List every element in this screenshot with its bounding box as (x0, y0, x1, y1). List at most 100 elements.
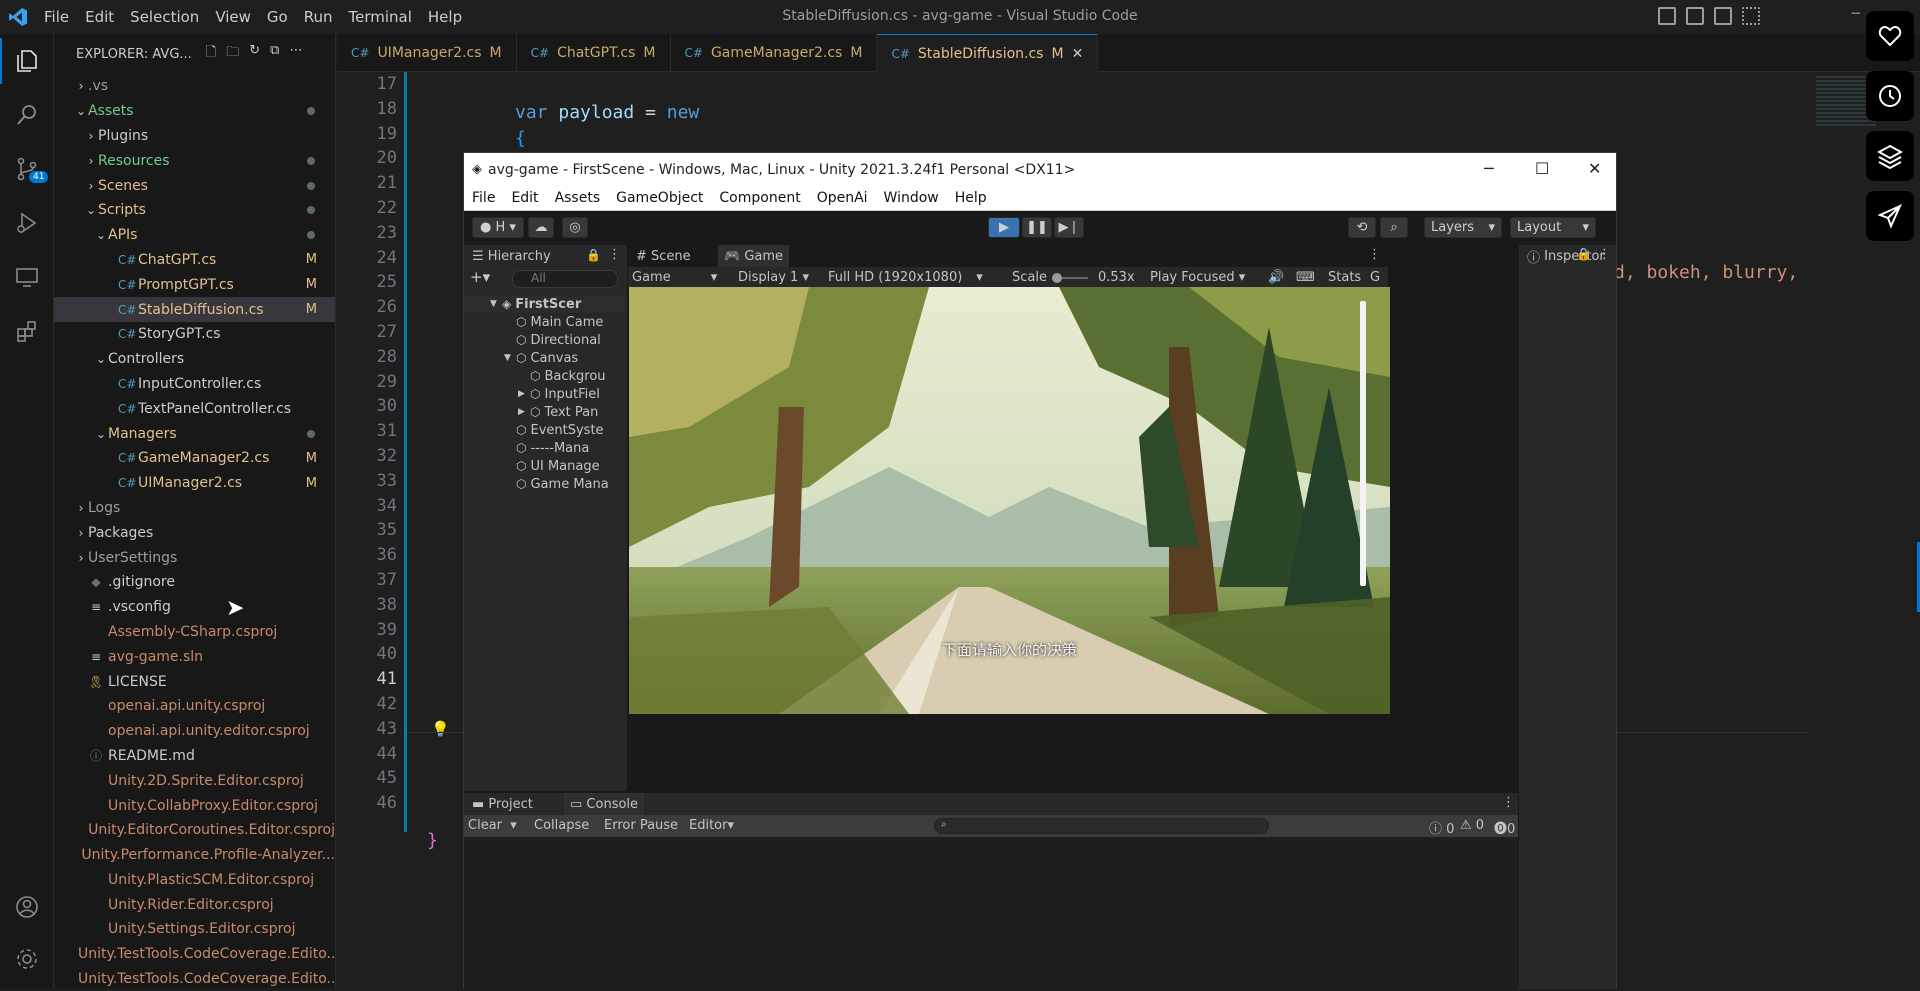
unity-maximize-icon[interactable]: ☐ (1535, 159, 1549, 178)
error-count[interactable]: ⓿0 (1494, 818, 1515, 837)
inspector-menu-icon[interactable]: ⋮ (1598, 247, 1611, 262)
tree-item[interactable]: ⌄ Managers (54, 421, 335, 446)
customize-layout-icon[interactable] (1742, 7, 1760, 25)
unity-menu-gameobject[interactable]: GameObject (608, 190, 711, 206)
tab-stablediffusion[interactable]: C# StableDiffusion.cs M ✕ (877, 34, 1099, 72)
unity-menu-help[interactable]: Help (947, 190, 995, 206)
hierarchy-item[interactable]: ▶ ⬡ InputFiel (464, 385, 627, 403)
new-file-icon[interactable]: 🗋 (206, 43, 216, 65)
heart-icon[interactable] (1866, 11, 1914, 61)
collab-icon[interactable]: ◎ (562, 217, 588, 238)
hierarchy-item[interactable]: ⬡ -----Mana (464, 439, 627, 457)
display-dropdown[interactable]: Display 1 ▾ (738, 270, 809, 285)
layers-icon[interactable] (1866, 131, 1914, 181)
tree-item[interactable]: C# UIManager2.cs M (54, 471, 335, 496)
inspector-lock-icon[interactable]: 🔒 (1576, 247, 1591, 261)
error-pause-toggle[interactable]: Error Pause (604, 818, 678, 833)
tree-item[interactable]: › Scenes (54, 173, 335, 198)
scene-tab[interactable]: # Scene (636, 245, 691, 267)
menu-help[interactable]: Help (420, 8, 470, 26)
toggle-secondary-sidebar-icon[interactable] (1714, 7, 1732, 25)
lightbulb-icon[interactable]: 💡 (431, 720, 450, 738)
tree-item[interactable]: openai.api.unity.csproj (54, 694, 335, 719)
hierarchy-item[interactable]: ⬡ EventSyste (464, 421, 627, 439)
hierarchy-menu-icon[interactable]: ⋮ (608, 247, 621, 262)
tree-item[interactable]: ⌄ Scripts (54, 198, 335, 223)
hierarchy-item[interactable]: ⬡ Directional (464, 331, 627, 349)
run-debug-icon[interactable] (0, 200, 54, 246)
ui-scrollbar[interactable] (1360, 301, 1366, 586)
play-button[interactable]: ▶ (988, 217, 1020, 238)
step-button[interactable]: ▶❘ (1054, 217, 1084, 238)
game-render-view[interactable]: 下面请输入你的决策 (629, 287, 1390, 714)
tab-chatgpt[interactable]: C# ChatGPT.cs M (517, 34, 671, 72)
tree-item[interactable]: Unity.Rider.Editor.csproj (54, 892, 335, 917)
hierarchy-item[interactable]: ⬡ Backgrou (464, 367, 627, 385)
tab-gamemanager2[interactable]: C# GameManager2.cs M (671, 34, 878, 72)
extensions-icon[interactable] (0, 308, 54, 354)
expand-arrow-icon[interactable]: ▼ (490, 299, 502, 309)
shortcuts-icon[interactable]: ⌨ (1296, 270, 1315, 285)
lock-icon[interactable]: 🔒 (586, 248, 601, 262)
source-control-icon[interactable]: 41 (0, 146, 54, 192)
console-tab[interactable]: ▭ Console (564, 793, 645, 815)
tree-item[interactable]: ⌄ APIs (54, 223, 335, 248)
collapse-arrow-icon[interactable]: ▶ (518, 407, 530, 417)
hierarchy-item[interactable]: ▼ ⬡ Canvas (464, 349, 627, 367)
hierarchy-search-input[interactable]: All (512, 270, 618, 288)
unity-menu-openai[interactable]: OpenAi (809, 190, 876, 206)
scale-slider-handle[interactable] (1052, 273, 1062, 283)
more-actions-icon[interactable]: ⋯ (289, 43, 302, 65)
menu-run[interactable]: Run (296, 8, 341, 26)
tree-item[interactable]: C# StableDiffusion.cs M (54, 297, 335, 322)
tree-item[interactable]: C# GameManager2.cs M (54, 446, 335, 471)
pause-button[interactable]: ❚❚ (1022, 217, 1052, 238)
menu-file[interactable]: File (36, 8, 77, 26)
tab-uimanager2[interactable]: C# UIManager2.cs M (337, 34, 517, 72)
clear-dropdown[interactable]: Clear ▾ (468, 818, 517, 833)
unity-menu-window[interactable]: Window (876, 190, 947, 206)
undo-history-icon[interactable]: ⟲ (1348, 217, 1376, 238)
editor-dropdown[interactable]: Editor▾ (689, 818, 734, 833)
manage-gear-icon[interactable] (0, 936, 54, 982)
game-menu-icon[interactable]: ⋮ (1368, 247, 1381, 262)
clock-icon[interactable] (1866, 71, 1914, 121)
console-search-input[interactable]: ⌕ (934, 818, 1269, 834)
tree-item[interactable]: ≡ avg-game.sln (54, 644, 335, 669)
menu-selection[interactable]: Selection (122, 8, 207, 26)
play-mode-dropdown[interactable]: Play Focused ▾ (1150, 270, 1245, 285)
menu-terminal[interactable]: Terminal (341, 8, 420, 26)
tree-item[interactable]: Unity.PlasticSCM.Editor.csproj (54, 868, 335, 893)
tree-item[interactable]: openai.api.unity.editor.csproj (54, 719, 335, 744)
inspector-tab[interactable]: ⓘ Inspector (1527, 245, 1605, 267)
search-icon[interactable]: ⌕ (1380, 217, 1408, 238)
tree-item[interactable]: Unity.Settings.Editor.csproj (54, 917, 335, 942)
unity-close-icon[interactable]: ✕ (1588, 159, 1601, 178)
hierarchy-item[interactable]: ▼ ◈ FirstScer (464, 295, 627, 313)
resolution-dropdown[interactable]: Full HD (1920x1080) ▾ (828, 270, 983, 285)
layers-dropdown[interactable]: Layers ▾ (1424, 217, 1502, 238)
accounts-icon[interactable] (0, 884, 54, 930)
tree-item[interactable]: C# StoryGPT.cs (54, 322, 335, 347)
project-tab[interactable]: ▬ Project (472, 793, 533, 815)
collapse-toggle[interactable]: Collapse (534, 818, 589, 833)
menu-go[interactable]: Go (259, 8, 296, 26)
new-folder-icon[interactable]: 🗀 (226, 43, 239, 65)
tree-item[interactable]: Unity.EditorCoroutines.Editor.csproj (54, 818, 335, 843)
hierarchy-item[interactable]: ▶ ⬡ Text Pan (464, 403, 627, 421)
hierarchy-item[interactable]: ⬡ Main Came (464, 313, 627, 331)
toggle-panel-icon[interactable] (1686, 7, 1704, 25)
explorer-icon[interactable] (0, 38, 54, 84)
unity-menu-file[interactable]: File (464, 190, 503, 206)
tree-item[interactable]: Assembly-CSharp.csproj (54, 620, 335, 645)
unity-minimize-icon[interactable]: ─ (1484, 159, 1494, 178)
add-object-button[interactable]: +▾ (470, 268, 490, 286)
send-icon[interactable] (1866, 191, 1914, 241)
stats-button[interactable]: Stats (1328, 270, 1361, 285)
view-type-dropdown[interactable]: Game ▾ (632, 270, 717, 285)
tree-item[interactable]: › .vs (54, 74, 335, 99)
tree-item[interactable]: › Resources (54, 148, 335, 173)
refresh-icon[interactable]: ↻ (249, 43, 260, 65)
expand-arrow-icon[interactable]: ▼ (504, 353, 516, 363)
hierarchy-tab[interactable]: ☰ Hierarchy (472, 245, 551, 267)
